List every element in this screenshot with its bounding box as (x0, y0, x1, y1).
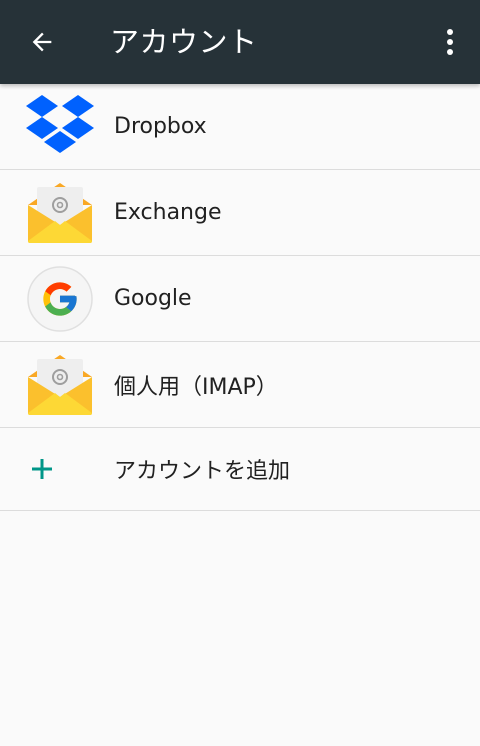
account-item-imap[interactable]: 個人用（IMAP） (0, 342, 480, 428)
add-account-button[interactable]: アカウントを追加 (0, 428, 480, 511)
account-item-google[interactable]: Google (0, 256, 480, 342)
overflow-menu-button[interactable] (436, 22, 464, 62)
account-list: Dropbox Exchange Google 個人用（IMAP） アカウントを… (0, 84, 480, 511)
email-envelope-icon (24, 349, 96, 421)
page-title: アカウント (110, 25, 258, 59)
plus-icon (20, 433, 64, 505)
account-label: Exchange (114, 200, 222, 225)
account-item-dropbox[interactable]: Dropbox (0, 84, 480, 170)
more-vert-icon (447, 29, 453, 55)
email-envelope-icon (24, 177, 96, 249)
back-button[interactable] (22, 22, 62, 62)
account-label: 個人用（IMAP） (114, 374, 278, 400)
account-label: Google (114, 286, 192, 311)
dropbox-icon (24, 91, 96, 163)
account-item-exchange[interactable]: Exchange (0, 170, 480, 256)
account-label: Dropbox (114, 114, 207, 139)
app-bar: アカウント (0, 0, 480, 84)
google-icon (24, 263, 96, 335)
add-account-label: アカウントを追加 (114, 459, 291, 484)
arrow-left-icon (32, 32, 52, 52)
